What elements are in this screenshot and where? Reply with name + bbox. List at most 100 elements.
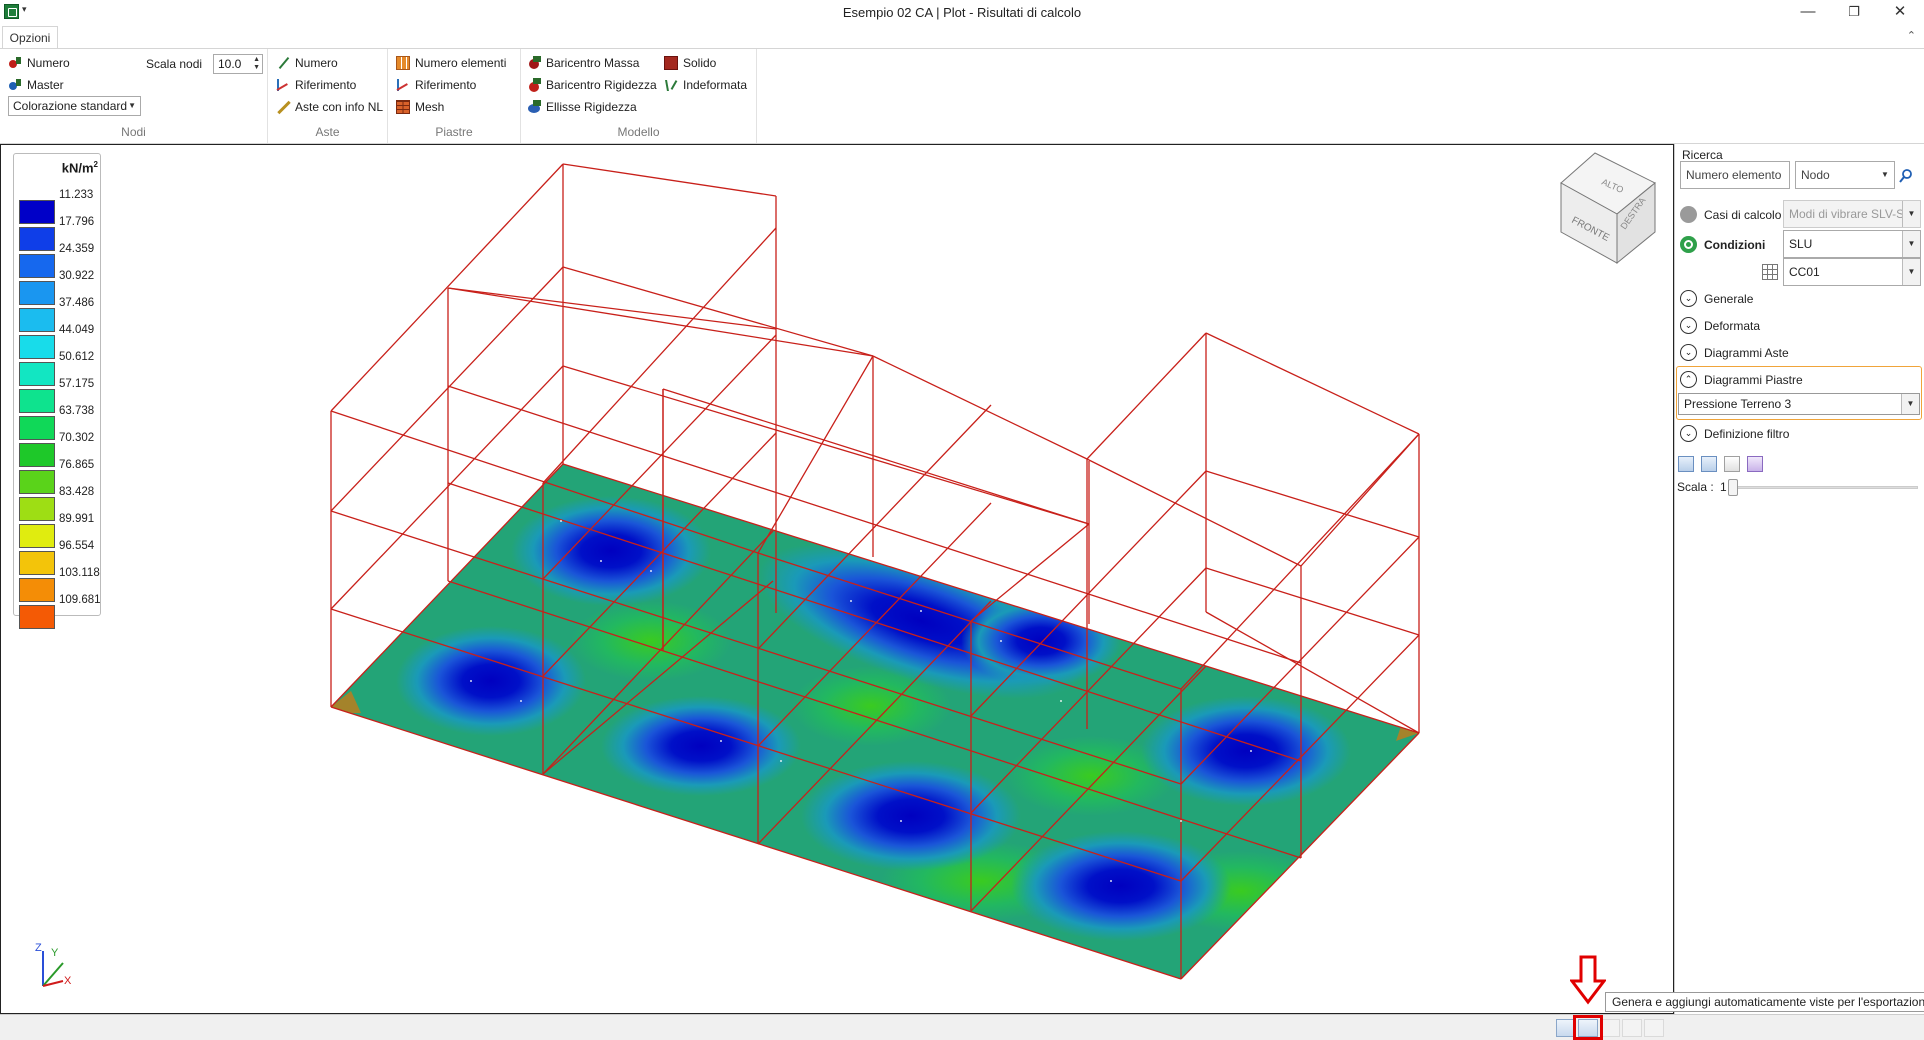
- legend-value: 11.233: [59, 189, 94, 201]
- section-diagrammi-aste[interactable]: Diagrammi Aste: [1704, 346, 1789, 360]
- colorazione-select[interactable]: Colorazione standard ▼: [8, 96, 141, 116]
- chevron-down-icon: ▼: [1902, 259, 1920, 285]
- piastre-riferimento-toggle[interactable]: Riferimento: [396, 75, 476, 95]
- legend-value: 30.922: [59, 270, 95, 282]
- export-report-icon[interactable]: [1724, 456, 1740, 472]
- casi-calcolo-radio[interactable]: [1680, 206, 1697, 223]
- expander-diagrammi-piastre-icon[interactable]: ⌃: [1680, 371, 1697, 388]
- section-definizione-filtro[interactable]: Definizione filtro: [1704, 427, 1789, 441]
- piastre-numero-toggle[interactable]: Numero elementi: [396, 53, 506, 73]
- diagram-type-select[interactable]: Pressione Terreno 3 ▼: [1678, 393, 1920, 415]
- minimize-button[interactable]: —: [1785, 0, 1831, 25]
- master-node-icon: [8, 78, 22, 92]
- casi-calcolo-select[interactable]: Modi di vibrare SLV-S ▼: [1783, 200, 1921, 228]
- legend-swatch: [19, 605, 55, 629]
- casi-calcolo-label: Casi di calcolo: [1704, 208, 1782, 222]
- view-cube[interactable]: ALTO FRONTE DESTRA: [1553, 150, 1661, 268]
- aste-riferimento-toggle[interactable]: Riferimento: [276, 75, 356, 95]
- legend-value: 37.486: [59, 297, 95, 309]
- highlight-box: [1573, 1015, 1603, 1040]
- search-icon[interactable]: [1899, 169, 1913, 183]
- section-generale[interactable]: Generale: [1704, 292, 1753, 306]
- legend-value: 24.359: [59, 243, 95, 255]
- mass-center-icon: [527, 56, 541, 70]
- scala-nodi-label: Scala nodi: [146, 57, 203, 71]
- scala-slider-track[interactable]: [1730, 486, 1918, 489]
- ricerca-label: Ricerca: [1682, 148, 1723, 162]
- ellisse-rigidezza-toggle[interactable]: Ellisse Rigidezza: [527, 97, 637, 117]
- expander-deformata-icon[interactable]: ⌄: [1680, 317, 1697, 334]
- chevron-down-icon: ▼: [1902, 201, 1920, 227]
- chevron-down-icon: ▼: [1902, 231, 1920, 257]
- search-type-select[interactable]: Nodo ▼: [1795, 161, 1895, 189]
- export-table-icon[interactable]: [1678, 456, 1694, 472]
- group-label-piastre: Piastre: [435, 125, 473, 139]
- document-views-button[interactable]: [1644, 1019, 1664, 1037]
- structure-3d-view[interactable]: Z Y X: [1, 145, 1674, 1014]
- group-label-nodi: Nodi: [121, 125, 146, 139]
- indeformata-toggle[interactable]: Indeformata: [664, 75, 747, 95]
- title-bar: ▾ Esempio 02 CA | Plot - Risultati di ca…: [0, 0, 1924, 25]
- axis-x-label: X: [64, 975, 72, 987]
- scala-label: Scala :: [1677, 480, 1714, 494]
- close-button[interactable]: ✕: [1877, 0, 1923, 25]
- cc-select[interactable]: CC01 ▼: [1783, 258, 1921, 286]
- arrow-down-icon: [1570, 955, 1606, 1005]
- legend-value: 63.738: [59, 405, 95, 417]
- group-label-modello: Modello: [617, 125, 660, 139]
- aste-numero-toggle[interactable]: Numero: [276, 53, 338, 73]
- section-diagrammi-piastre[interactable]: Diagrammi Piastre: [1704, 373, 1803, 387]
- window-title: Esempio 02 CA | Plot - Risultati di calc…: [842, 5, 1082, 20]
- baricentro-rigidezza-toggle[interactable]: Baricentro Rigidezza: [527, 75, 657, 95]
- expander-generale-icon[interactable]: ⌄: [1680, 290, 1697, 307]
- nl-beam-icon: [276, 100, 290, 114]
- restore-button[interactable]: ❐: [1831, 0, 1877, 25]
- legend-value: 44.049: [59, 324, 95, 336]
- stepper-arrows-icon[interactable]: ▲ ▼: [253, 56, 260, 72]
- group-aste: Numero Riferimento Aste con info NL Aste: [268, 49, 388, 143]
- tab-opzioni[interactable]: Opzioni: [2, 26, 58, 49]
- piastre-mesh-toggle[interactable]: Mesh: [396, 97, 444, 117]
- beam-number-icon: [276, 56, 290, 70]
- table-icon[interactable]: [1762, 264, 1778, 280]
- condizioni-label: Condizioni: [1704, 238, 1766, 252]
- node-number-icon: [8, 56, 22, 70]
- legend-value: 50.612: [59, 351, 95, 363]
- export-views-button[interactable]: [1600, 1019, 1620, 1037]
- legend-value: 76.865: [59, 459, 95, 471]
- scala-slider-thumb[interactable]: [1728, 479, 1738, 496]
- scala-nodi-stepper[interactable]: 10.0 ▲ ▼: [213, 54, 263, 74]
- legend-value: 70.302: [59, 432, 95, 444]
- collapse-ribbon-icon[interactable]: ⌃: [1907, 29, 1916, 42]
- legend-value: 103.118: [59, 567, 100, 579]
- aste-info-nl-toggle[interactable]: Aste con info NL: [276, 97, 383, 117]
- numero-elemento-input[interactable]: Numero elemento: [1680, 161, 1790, 189]
- legend-value: 83.428: [59, 486, 95, 498]
- undeformed-icon: [664, 78, 678, 92]
- solid-icon: [664, 56, 678, 70]
- ribbon-tab-strip: Opzioni ⌃: [0, 25, 1924, 49]
- expander-definizione-filtro-icon[interactable]: ⌄: [1680, 425, 1697, 442]
- condizioni-radio[interactable]: [1680, 236, 1697, 253]
- model-viewport[interactable]: Z Y X: [0, 144, 1674, 1014]
- nodi-numero-toggle[interactable]: Numero: [8, 53, 70, 73]
- legend-value: 57.175: [59, 378, 95, 390]
- condizioni-select[interactable]: SLU ▼: [1783, 230, 1921, 258]
- legend-value: 17.796: [59, 216, 95, 228]
- nodi-master-toggle[interactable]: Master: [8, 75, 64, 95]
- axis-y-label: Y: [51, 947, 59, 959]
- solido-toggle[interactable]: Solido: [664, 53, 716, 73]
- filter-icon[interactable]: [1747, 456, 1763, 472]
- baricentro-massa-toggle[interactable]: Baricentro Massa: [527, 53, 639, 73]
- export-image-icon[interactable]: [1701, 456, 1717, 472]
- axis-z-label: Z: [35, 942, 42, 954]
- section-deformata[interactable]: Deformata: [1704, 319, 1760, 333]
- group-modello: Baricentro Massa Baricentro Rigidezza El…: [521, 49, 757, 143]
- stiffness-ellipse-icon: [527, 100, 541, 114]
- chevron-down-icon: ▼: [128, 101, 136, 110]
- legend-unit: kN/m2: [61, 160, 98, 176]
- legend-row: 109.681: [17, 594, 101, 629]
- ribbon: Numero Master Scala nodi 10.0 ▲ ▼ Colorazi…: [0, 48, 1924, 144]
- grid-views-button[interactable]: [1622, 1019, 1642, 1037]
- expander-diagrammi-aste-icon[interactable]: ⌄: [1680, 344, 1697, 361]
